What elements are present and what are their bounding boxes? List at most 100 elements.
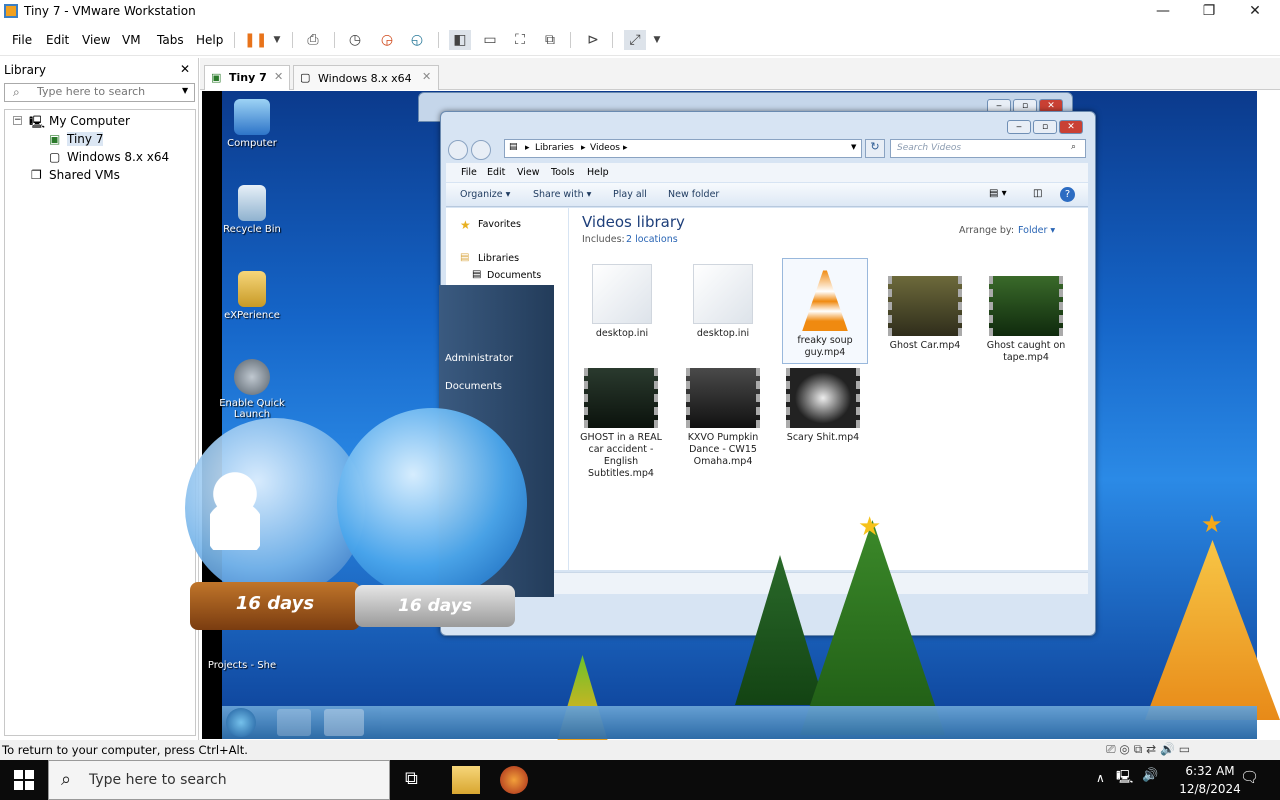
tab-windows8[interactable]: ▢ Windows 8.x x64 ✕: [293, 65, 439, 90]
chevron-down-icon[interactable]: ▼: [182, 86, 188, 95]
refresh-icon[interactable]: ↻: [865, 139, 885, 158]
show-library-icon[interactable]: ◧: [449, 30, 471, 50]
console-view-icon[interactable]: ⊳: [582, 30, 604, 50]
minimize-button[interactable]: —: [1140, 0, 1186, 24]
nav-libraries[interactable]: Libraries: [478, 253, 519, 264]
full-screen-icon[interactable]: ⛶: [509, 30, 531, 50]
thumbnail-bar-icon[interactable]: ▭: [479, 30, 501, 50]
file-item[interactable]: GHOST in a REAL car accident - English S…: [575, 368, 667, 480]
desktop-icon-computer[interactable]: Computer: [217, 99, 287, 149]
explorer-menu-file[interactable]: File: [461, 167, 477, 178]
start-menu-administrator[interactable]: Administrator: [445, 353, 513, 364]
start-menu-documents[interactable]: Documents: [445, 381, 502, 392]
desktop-icon-quick-launch[interactable]: Enable Quick Launch: [217, 359, 287, 420]
nav-documents[interactable]: Documents: [487, 270, 541, 281]
file-item[interactable]: desktop.ini: [576, 264, 668, 340]
explorer-command-bar: Organize ▾ Share with ▾ Play all New fol…: [446, 183, 1088, 207]
chevron-down-icon[interactable]: ▼: [851, 143, 856, 151]
tab-close-icon[interactable]: ✕: [422, 70, 431, 83]
organize-button[interactable]: Organize ▾: [460, 189, 510, 200]
menu-tabs[interactable]: Tabs: [157, 33, 184, 47]
tree-vm-windows8[interactable]: Windows 8.x x64: [67, 150, 169, 164]
explorer-menu-help[interactable]: Help: [587, 167, 609, 178]
chevron-down-icon[interactable]: ▼: [646, 30, 668, 50]
vm-start-button[interactable]: [226, 708, 256, 737]
minimize-button[interactable]: ‒: [1007, 120, 1031, 134]
file-explorer-icon[interactable]: [452, 766, 480, 794]
chevron-up-icon[interactable]: ∧: [1096, 771, 1105, 785]
snapshot-icon[interactable]: ◷: [344, 30, 366, 50]
task-view-icon[interactable]: ⧉: [405, 768, 418, 789]
pause-icon[interactable]: ❚❚: [244, 30, 267, 50]
vm-icon: ▢: [300, 71, 311, 84]
file-item[interactable]: desktop.ini: [677, 264, 769, 340]
library-search-input[interactable]: [37, 85, 177, 98]
forward-button[interactable]: [471, 140, 491, 160]
menu-view[interactable]: View: [82, 33, 110, 47]
library-close-button[interactable]: ✕: [180, 62, 190, 76]
tree-shared-vms[interactable]: Shared VMs: [49, 168, 120, 182]
menu-edit[interactable]: Edit: [46, 33, 69, 47]
snapshot-manager-icon[interactable]: ◵: [406, 30, 428, 50]
stretch-view-icon[interactable]: ⤢: [624, 30, 646, 50]
includes-link[interactable]: 2 locations: [626, 234, 678, 245]
clock-date[interactable]: 12/8/2024: [1172, 782, 1248, 796]
revert-snapshot-icon[interactable]: ◶: [376, 30, 398, 50]
file-item[interactable]: Scary Shit.mp4: [777, 368, 869, 444]
vm-taskbar-explorer[interactable]: [277, 709, 311, 736]
device-status-icons[interactable]: ⎚ ◎ ⧉ ⇄ 🔊 ▭: [1106, 742, 1190, 757]
tab-close-icon[interactable]: ✕: [274, 70, 283, 83]
preview-pane-icon[interactable]: ◫: [1033, 188, 1042, 199]
app-icon[interactable]: [500, 766, 528, 794]
volume-icon[interactable]: 🔊: [1142, 768, 1158, 783]
explorer-search-box[interactable]: Search Videos ⌕: [890, 139, 1086, 158]
vm-taskbar-app[interactable]: [324, 709, 364, 736]
views-icon[interactable]: ▤ ▾: [989, 188, 1007, 199]
tree-vm-tiny7[interactable]: Tiny 7: [67, 132, 104, 146]
notification-icon[interactable]: 🗨: [1240, 768, 1259, 786]
maximize-button[interactable]: ▫: [1033, 120, 1057, 134]
windows-start-icon[interactable]: [14, 770, 34, 790]
clock-time[interactable]: 6:32 AM: [1172, 764, 1248, 778]
play-all-button[interactable]: Play all: [613, 189, 647, 200]
back-button[interactable]: [448, 140, 468, 160]
unity-icon[interactable]: ⧉: [539, 30, 561, 50]
explorer-search-input[interactable]: Search Videos: [897, 143, 961, 153]
network-icon[interactable]: 🖳: [1116, 768, 1133, 790]
menu-vm[interactable]: VM: [122, 33, 141, 47]
collapse-icon[interactable]: −: [13, 116, 22, 125]
menu-bar: File Edit View VM Tabs Help ❚❚ ▼ ⎙ ◷ ◶ ◵…: [0, 24, 1280, 56]
explorer-menu-edit[interactable]: Edit: [487, 167, 505, 178]
file-item[interactable]: KXVO Pumpkin Dance - CW15 Omaha.mp4: [677, 368, 769, 468]
file-item[interactable]: Ghost Car.mp4: [879, 276, 971, 352]
close-button[interactable]: ✕: [1232, 0, 1278, 24]
library-search-box[interactable]: ⌕ ▼: [4, 83, 195, 102]
explorer-menu-tools[interactable]: Tools: [551, 167, 574, 178]
arrange-by-dropdown[interactable]: Folder ▾: [1018, 225, 1055, 236]
desktop-icon-recycle-bin[interactable]: Recycle Bin: [217, 185, 287, 235]
file-name: Ghost caught on tape.mp4: [986, 340, 1066, 363]
taskbar-search-input[interactable]: Type here to search: [89, 772, 227, 788]
taskbar-search-box[interactable]: ⌕ Type here to search: [48, 760, 390, 800]
menu-file[interactable]: File: [12, 33, 32, 47]
breadcrumb-videos[interactable]: Videos: [590, 143, 620, 153]
address-bar[interactable]: ▤ ▸ Libraries ▸ Videos ▸ ▼: [504, 139, 862, 158]
nav-favorites[interactable]: Favorites: [478, 219, 521, 230]
file-item[interactable]: Ghost caught on tape.mp4: [980, 276, 1072, 364]
new-folder-button[interactable]: New folder: [668, 189, 719, 200]
desktop-icon-experience[interactable]: eXPerience: [217, 271, 287, 321]
library-icon: ▤: [509, 142, 518, 152]
explorer-menu-view[interactable]: View: [517, 167, 540, 178]
breadcrumb-libraries[interactable]: Libraries: [535, 143, 574, 153]
tree-my-computer[interactable]: My Computer: [49, 114, 130, 128]
snow-globe-gadget[interactable]: [337, 408, 527, 598]
tab-tiny7[interactable]: ▣ Tiny 7 ✕: [204, 65, 290, 90]
close-button[interactable]: ✕: [1059, 120, 1083, 134]
send-ctrl-alt-del-icon[interactable]: ⎙: [302, 30, 324, 50]
share-with-button[interactable]: Share with ▾: [533, 189, 591, 200]
maximize-button[interactable]: ❐: [1186, 0, 1232, 24]
menu-help[interactable]: Help: [196, 33, 223, 47]
file-item-selected[interactable]: freaky soup guy.mp4: [782, 258, 868, 364]
chevron-down-icon[interactable]: ▼: [266, 30, 288, 50]
help-icon[interactable]: ?: [1060, 187, 1075, 202]
